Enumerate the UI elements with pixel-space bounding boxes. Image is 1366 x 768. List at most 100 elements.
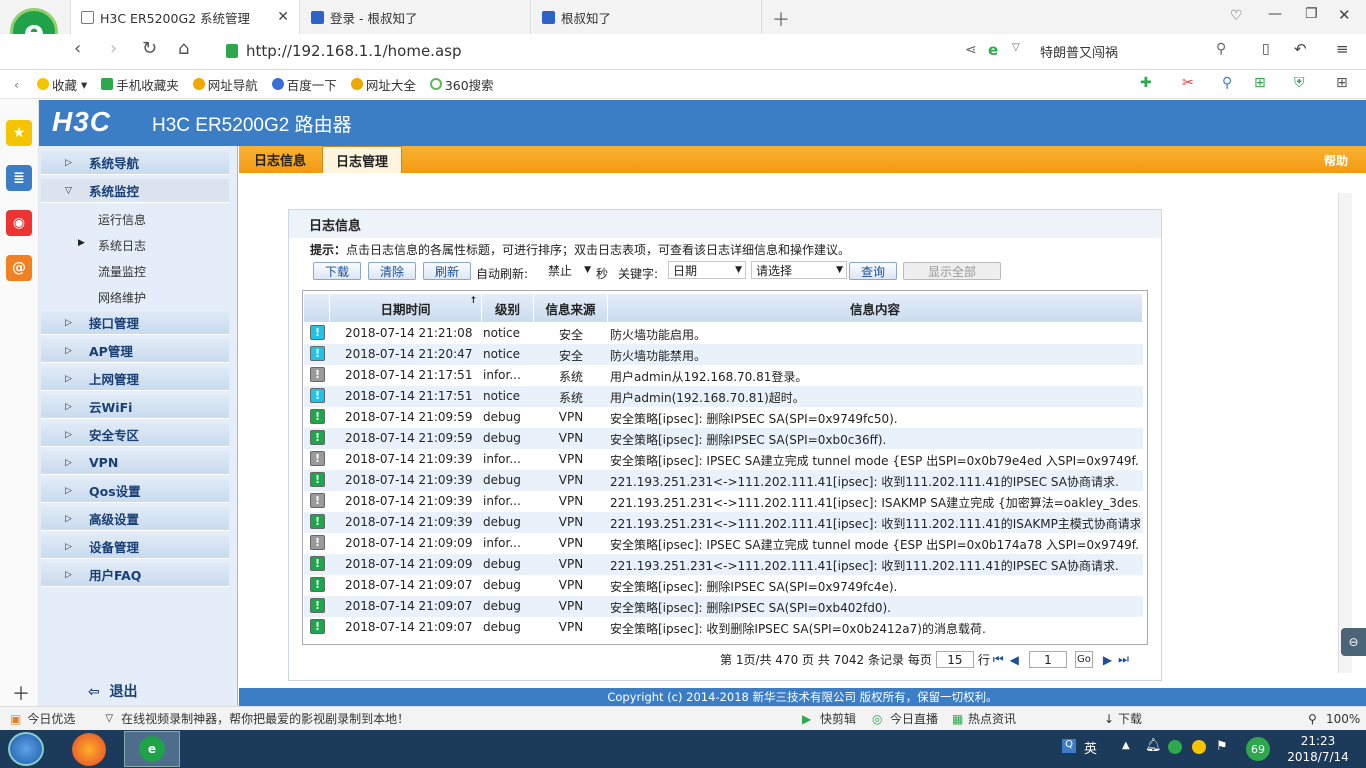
table-row[interactable]: ! 2018-07-14 21:09:39 debug VPN 221.193.251.… bbox=[304, 512, 1143, 533]
back-icon[interactable]: ‹ bbox=[74, 38, 81, 59]
table-row[interactable]: ! 2018-07-14 21:17:51 notice 系统 用户admin(192.… bbox=[304, 386, 1143, 407]
apps-icon[interactable]: ⊞ bbox=[1336, 75, 1348, 91]
page-input[interactable]: 1 bbox=[1028, 651, 1067, 668]
table-row[interactable]: ! 2018-07-14 21:09:39 infor... VPN 221.193.2… bbox=[304, 491, 1143, 512]
table-row[interactable]: ! 2018-07-14 21:09:39 debug VPN 221.193.251.… bbox=[304, 470, 1143, 491]
weibo-icon[interactable]: ◉ bbox=[6, 210, 32, 236]
scissors-icon[interactable]: ✂ bbox=[1182, 75, 1194, 91]
table-row[interactable]: ! 2018-07-14 21:09:07 debug VPN 安全策略[ipsec]:… bbox=[304, 596, 1143, 617]
bookmark-baidu[interactable]: 百度一下 bbox=[271, 75, 337, 94]
table-row[interactable]: ! 2018-07-14 21:09:09 infor... VPN 安全策略[ipse… bbox=[304, 533, 1143, 554]
col-datetime[interactable]: 日期时间 ↑ bbox=[330, 294, 482, 322]
help-link[interactable]: 帮助 bbox=[1324, 152, 1348, 169]
browser-task-button[interactable]: e bbox=[124, 731, 180, 767]
menu-security[interactable]: ▷ 安全专区 bbox=[41, 423, 229, 447]
bookmark-favorites[interactable]: 收藏 ▾ bbox=[37, 75, 87, 94]
next-page-icon[interactable]: ▶ bbox=[1103, 653, 1112, 667]
tray-plus-icon[interactable] bbox=[1192, 740, 1206, 754]
game-icon[interactable]: ⊞ bbox=[1254, 75, 1266, 91]
prev-page-icon[interactable]: ◀ bbox=[1010, 653, 1019, 667]
menu-qos[interactable]: ▷ Qos设置 bbox=[41, 479, 229, 503]
add-icon[interactable]: ＋ bbox=[12, 680, 30, 706]
tray-badge[interactable]: 69 bbox=[1246, 737, 1270, 761]
clock[interactable]: 21:23 2018/7/14 bbox=[1282, 733, 1354, 765]
submenu-traffic[interactable]: 流量监控 bbox=[98, 263, 146, 280]
submenu-run-info[interactable]: 运行信息 bbox=[98, 211, 146, 228]
per-page-input[interactable]: 15 bbox=[935, 651, 974, 668]
table-row[interactable]: ! 2018-07-14 21:09:59 debug VPN 安全策略[ipsec]:… bbox=[304, 428, 1143, 449]
clear-button[interactable]: 清除 bbox=[368, 262, 416, 280]
scrollbar[interactable] bbox=[1338, 193, 1352, 673]
bookmark-mobile[interactable]: 手机收藏夹 bbox=[101, 75, 179, 94]
table-row[interactable]: ! 2018-07-14 21:21:08 notice 安全 防火墙功能启用。 bbox=[304, 323, 1143, 344]
reload-icon[interactable]: ↻ bbox=[142, 38, 157, 59]
shield-ext-icon[interactable]: ⛨ bbox=[1294, 75, 1305, 91]
ime-icon[interactable]: Q bbox=[1062, 739, 1076, 753]
table-row[interactable]: ! 2018-07-14 21:09:39 infor... VPN 安全策略[ipse… bbox=[304, 449, 1143, 470]
menu-vpn[interactable]: ▷ VPN bbox=[41, 451, 229, 475]
tray-360-icon[interactable] bbox=[1168, 740, 1182, 754]
go-button[interactable]: Go bbox=[1074, 651, 1093, 668]
table-row[interactable]: ! 2018-07-14 21:09:07 debug VPN 安全策略[ipsec]:… bbox=[304, 575, 1143, 596]
status-clip[interactable]: 快剪辑 bbox=[820, 710, 856, 727]
status-hot[interactable]: 热点资讯 bbox=[968, 710, 1016, 727]
undo-icon[interactable]: ↶ bbox=[1294, 40, 1307, 58]
submenu-system-log[interactable]: 系统日志 bbox=[98, 237, 146, 254]
table-row[interactable]: ! 2018-07-14 21:09:09 debug VPN 221.193.251.… bbox=[304, 554, 1143, 575]
url-field[interactable]: http://192.168.1.1/home.asp bbox=[226, 40, 956, 62]
status-ad[interactable]: 在线视频录制神器，帮你把最爱的影视剧录制到本地！ bbox=[121, 710, 409, 727]
flag-icon[interactable]: ⚑ bbox=[1216, 739, 1228, 754]
menu-interface[interactable]: ▷ 接口管理 bbox=[41, 311, 229, 335]
col-message[interactable]: 信息内容 bbox=[608, 294, 1143, 322]
bell-icon[interactable]: 🔔︎ bbox=[1145, 738, 1162, 753]
minimize-icon[interactable]: — bbox=[1268, 6, 1282, 22]
submenu-maintenance[interactable]: 网络维护 bbox=[98, 289, 146, 306]
firefox-icon[interactable] bbox=[72, 733, 106, 766]
collapse-icon[interactable]: ‹ bbox=[14, 77, 19, 92]
mail-icon[interactable]: @ bbox=[6, 255, 32, 281]
today-picks[interactable]: 今日优选 bbox=[27, 710, 75, 727]
refresh-button[interactable]: 刷新 bbox=[423, 262, 471, 280]
show-all-button[interactable]: 显示全部 bbox=[903, 262, 1001, 280]
tab-log-info[interactable]: 日志信息 bbox=[241, 146, 319, 173]
bookmark-nav[interactable]: 网址导航 bbox=[192, 75, 258, 94]
query-button[interactable]: 查询 bbox=[849, 262, 897, 280]
menu-ap[interactable]: ▷ AP管理 bbox=[41, 339, 229, 363]
last-page-icon[interactable]: ⏭ bbox=[1118, 652, 1129, 667]
zoom-level[interactable]: 100% bbox=[1326, 712, 1360, 726]
search-input[interactable]: 特朗普又闯祸 bbox=[1040, 40, 1240, 62]
menu-icon[interactable]: ≡ bbox=[1336, 40, 1349, 58]
bookmark-daquan[interactable]: 网址大全 bbox=[350, 75, 416, 94]
engine-icon[interactable]: e bbox=[988, 41, 998, 59]
search-icon[interactable]: ⚲ bbox=[1216, 41, 1226, 57]
keyword-select[interactable]: 日期 ▼ bbox=[668, 261, 746, 279]
bookmark-360[interactable]: 360搜索 bbox=[429, 75, 494, 94]
tab-login[interactable]: 登录 - 根叔知了 bbox=[301, 0, 531, 34]
tab-log-manage[interactable]: 日志管理 bbox=[322, 146, 403, 173]
table-row[interactable]: ! 2018-07-14 21:20:47 notice 安全 防火墙功能禁用。 bbox=[304, 344, 1143, 365]
menu-system-monitor[interactable]: ▽ 系统监控 bbox=[41, 179, 229, 203]
news-icon[interactable]: ≣ bbox=[6, 165, 32, 191]
close-icon[interactable]: ✕ bbox=[277, 9, 289, 25]
extension-icon[interactable]: ✚ bbox=[1140, 75, 1152, 91]
favorites-star-icon[interactable]: ★ bbox=[6, 120, 32, 146]
ime-lang[interactable]: 英 bbox=[1084, 738, 1097, 757]
menu-faq[interactable]: ▷ 用户FAQ bbox=[41, 563, 229, 587]
menu-device[interactable]: ▷ 设备管理 bbox=[41, 535, 229, 559]
download-button[interactable]: 下载 bbox=[313, 262, 361, 280]
shirt-icon[interactable]: ♡ bbox=[1230, 8, 1243, 24]
menu-cloud-wifi[interactable]: ▷ 云WiFi bbox=[41, 395, 229, 419]
first-page-icon[interactable]: ⏮ bbox=[993, 652, 1004, 667]
status-live[interactable]: 今日直播 bbox=[890, 710, 938, 727]
window-close-icon[interactable]: ✕ bbox=[1338, 6, 1351, 24]
col-source[interactable]: 信息来源 bbox=[534, 294, 608, 322]
table-row[interactable]: ! 2018-07-14 21:17:51 infor... 系统 用户admin从19… bbox=[304, 365, 1143, 386]
home-icon[interactable]: ⌂ bbox=[178, 38, 189, 59]
tab-genshu[interactable]: 根叔知了 bbox=[532, 0, 762, 34]
auto-refresh-select[interactable]: 禁止 ▼ bbox=[544, 261, 594, 279]
magnifier-icon[interactable]: ⚲ bbox=[1222, 75, 1232, 91]
menu-advanced[interactable]: ▷ 高级设置 bbox=[41, 507, 229, 531]
phone-icon[interactable]: ▯ bbox=[1262, 41, 1270, 57]
menu-internet[interactable]: ▷ 上网管理 bbox=[41, 367, 229, 391]
start-button[interactable] bbox=[8, 732, 44, 766]
